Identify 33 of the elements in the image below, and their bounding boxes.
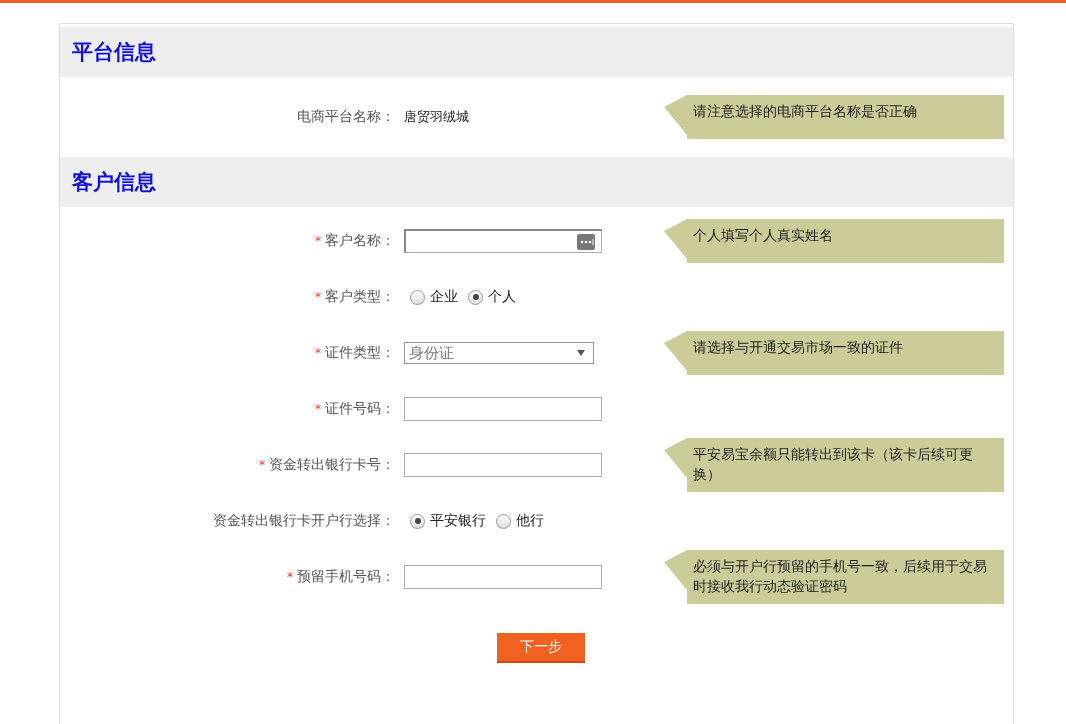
hint-callout: 请选择与开通交易市场一致的证件 [664,331,1004,375]
input-field[interactable] [404,229,602,253]
required-mark: * [315,290,321,304]
input-field[interactable] [404,565,602,589]
dropdown[interactable]: 身份证 [404,342,594,364]
field-label: 证件类型： [325,344,395,362]
hint-callout: 个人填写个人真实姓名 [664,219,1004,263]
keyboard-icon[interactable] [577,233,595,250]
section-title: 客户信息 [72,169,156,196]
required-mark: * [315,402,321,416]
field-value: 唐贸羽绒城 [404,108,469,126]
required-mark: * [315,346,321,360]
field-label: 电商平台名称： [297,108,395,126]
field-label: 资金转出银行卡开户行选择： [213,512,395,530]
hint-callout: 必须与开户行预留的手机号一致，后续用于交易时接收我行动态验证密码 [664,550,1004,604]
field-label: 证件号码： [325,400,395,418]
input-field[interactable] [404,453,602,477]
required-mark: * [287,570,293,584]
radio-option[interactable]: 个人 [468,288,516,306]
radio-option[interactable]: 他行 [496,512,544,530]
input-field[interactable] [404,397,602,421]
hint-callout: 请注意选择的电商平台名称是否正确 [664,95,1004,139]
field-label: 资金转出银行卡号： [269,456,395,474]
field-label: 客户类型： [325,288,395,306]
field-label: 客户名称： [325,232,395,250]
required-mark: * [259,458,265,472]
field-label: 预留手机号码： [297,568,395,586]
section-title: 平台信息 [72,39,156,66]
required-mark: * [315,234,321,248]
caret-icon [577,350,585,356]
radio-option[interactable]: 平安银行 [410,512,486,530]
radio-option[interactable]: 企业 [410,288,458,306]
hint-callout: 平安易宝余额只能转出到该卡（该卡后续可更换） [664,438,1004,492]
